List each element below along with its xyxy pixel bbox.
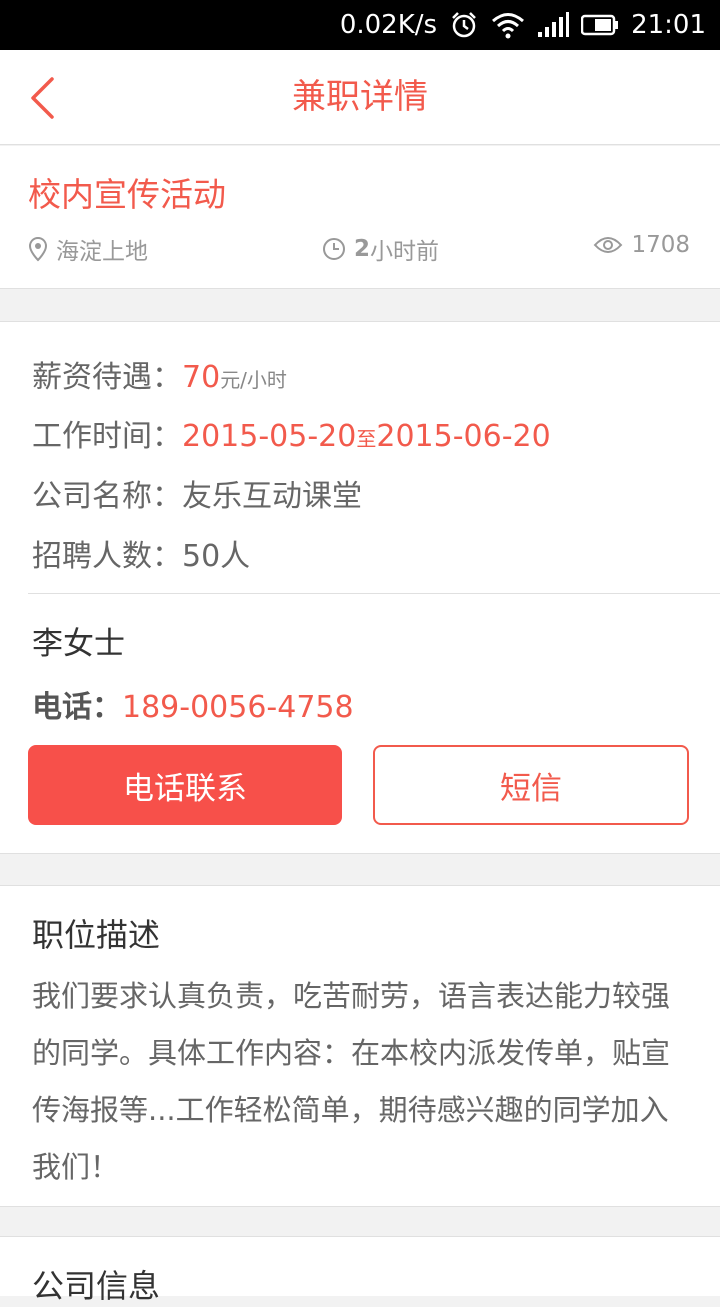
job-description-card: 职位描述 我们要求认真负责，吃苦耐劳，语言表达能力较强的同学。具体工作内容：在本… (0, 885, 720, 1207)
chevron-left-icon (31, 77, 54, 119)
contact-name: 李女士 (32, 626, 125, 662)
views-count: 1708 (631, 232, 690, 258)
wifi-icon (491, 11, 525, 39)
alarm-icon (449, 10, 479, 40)
headcount-label: 招聘人数： (32, 539, 182, 574)
time-ago-unit: 小时前 (370, 239, 440, 265)
company-row: 公司名称： 友乐互动课堂 (32, 471, 362, 515)
work-start-date: 2015-05-20 (182, 419, 357, 454)
description-text: 我们要求认真负责，吃苦耐劳，语言表达能力较强的同学。具体工作内容：在本校内派发传… (32, 979, 671, 1184)
salary-value: 70 (182, 360, 221, 395)
salary-row: 薪资待遇： 70 元/小时 (32, 352, 287, 396)
status-bar: 0.02K/s 21:01 (0, 0, 720, 50)
job-summary-card: 校内宣传活动 海淀上地 2 小时前 1708 (0, 146, 720, 289)
signal-icon (537, 12, 570, 38)
work-time-label: 工作时间： (32, 419, 182, 454)
job-title: 校内宣传活动 (28, 175, 226, 214)
job-posted-time: 2 小时前 (322, 232, 439, 266)
job-views: 1708 (593, 232, 690, 258)
phone-row: 电话： 189-0056-4758 (32, 682, 354, 726)
work-time-row: 工作时间： 2015-05-20 至 2015-06-20 (32, 411, 551, 455)
time-ago-number: 2 (354, 236, 371, 262)
clock-icon (323, 238, 345, 260)
company-info-card: 公司信息 (0, 1236, 720, 1305)
description-title: 职位描述 (32, 916, 161, 954)
net-speed: 0.02K/s (339, 10, 438, 40)
phone-number[interactable]: 189-0056-4758 (122, 690, 354, 725)
work-end-date: 2015-06-20 (376, 419, 551, 454)
back-button[interactable] (22, 74, 62, 122)
detail-divider (28, 593, 720, 594)
call-button[interactable]: 电话联系 (28, 745, 342, 825)
headcount-row: 招聘人数： 50人 (32, 531, 250, 575)
company-info-title: 公司信息 (32, 1267, 161, 1305)
battery-icon (581, 14, 619, 36)
job-detail-card: 薪资待遇： 70 元/小时 工作时间： 2015-05-20 至 2015-06… (0, 321, 720, 854)
headcount-value: 50人 (182, 539, 251, 574)
eye-icon (594, 237, 623, 253)
salary-label: 薪资待遇： (32, 360, 182, 395)
location-pin-icon (28, 236, 48, 262)
job-location: 海淀上地 (28, 232, 148, 266)
company-label: 公司名称： (32, 479, 182, 514)
salary-unit: 元/小时 (220, 368, 287, 392)
page-title: 兼职详情 (292, 77, 428, 117)
status-time: 21:01 (631, 10, 706, 40)
location-text: 海淀上地 (56, 239, 148, 265)
company-value: 友乐互动课堂 (182, 479, 362, 514)
sms-button[interactable]: 短信 (373, 745, 689, 825)
phone-label: 电话： (32, 690, 122, 725)
work-to: 至 (356, 427, 377, 451)
app-header: 兼职详情 (0, 50, 720, 145)
